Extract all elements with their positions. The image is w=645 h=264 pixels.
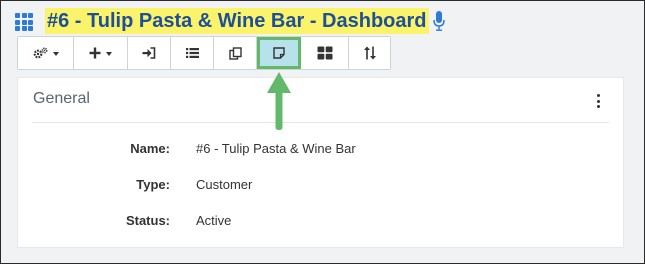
chevron-down-icon — [106, 52, 112, 56]
dashboard-toolbar — [17, 36, 391, 70]
grid-icon[interactable] — [15, 13, 35, 31]
plus-icon — [89, 47, 101, 59]
page-header: #6 - Tulip Pasta & Wine Bar - Dashboard — [15, 8, 446, 34]
sort-button[interactable] — [349, 37, 390, 69]
page-title: #6 - Tulip Pasta & Wine Bar - Dashboard — [45, 8, 429, 34]
card-divider — [32, 122, 609, 123]
add-dropdown-button[interactable] — [74, 37, 128, 69]
chevron-down-icon — [52, 52, 59, 56]
settings-dropdown-button[interactable] — [18, 37, 74, 69]
tile-view-button[interactable] — [301, 37, 349, 69]
field-value: #6 - Tulip Pasta & Wine Bar — [196, 141, 356, 156]
th-large-icon — [317, 46, 333, 60]
field-label: Type: — [136, 177, 170, 192]
annotation-arrow-icon — [265, 71, 293, 136]
cogs-icon — [33, 47, 48, 59]
microphone-icon[interactable] — [432, 9, 446, 33]
field-label: Name: — [130, 141, 170, 156]
field-value: Customer — [196, 177, 253, 192]
list-view-button[interactable] — [171, 37, 214, 69]
card-title: General — [33, 90, 90, 107]
sticky-note-icon — [272, 47, 285, 59]
field-value: Active — [196, 213, 232, 228]
vertical-ellipsis-icon[interactable] — [595, 94, 601, 108]
copy-icon — [228, 46, 242, 60]
list-icon — [185, 47, 199, 59]
sort-icon — [363, 46, 376, 60]
copy-button[interactable] — [214, 37, 257, 69]
field-label: Status: — [125, 213, 170, 228]
general-card: General Name: #6 - Tulip Pasta & Wine Ba… — [17, 77, 624, 248]
login-button[interactable] — [128, 37, 171, 69]
notes-button[interactable] — [257, 37, 301, 69]
sign-in-icon — [142, 47, 156, 59]
screenshot-frame: #6 - Tulip Pasta & Wine Bar - Dashboard — [0, 0, 645, 264]
